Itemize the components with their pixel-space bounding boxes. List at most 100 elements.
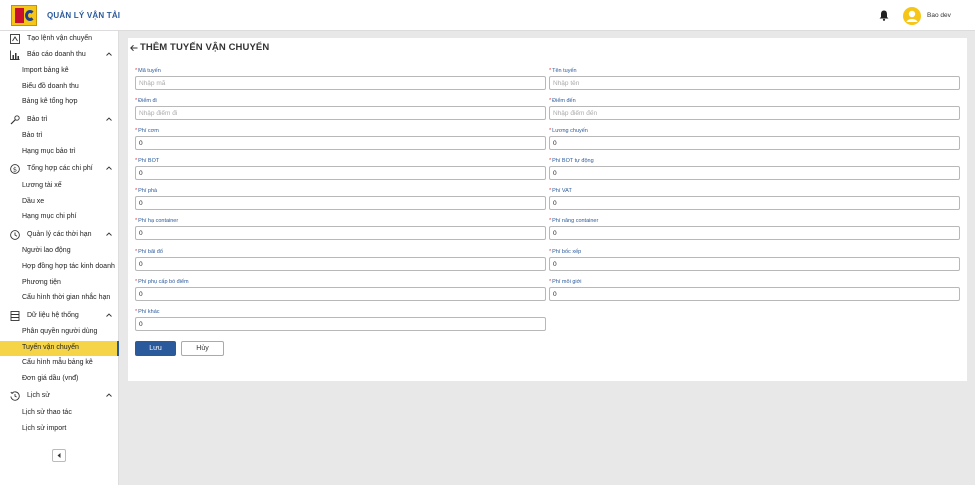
sidebar-item-label: Bảo trì — [27, 116, 48, 123]
cancel-button[interactable]: Hủy — [181, 341, 224, 356]
field-label-text: Phí phụ cấp bó điểm — [138, 279, 189, 285]
destination-label: *Điểm đến — [549, 98, 576, 104]
chevron-up-icon[interactable] — [105, 50, 113, 58]
ferry-fee-input[interactable] — [135, 196, 546, 210]
bell-icon[interactable] — [879, 10, 889, 21]
field-label-text: Phí bốc xếp — [552, 249, 582, 255]
sidebar-item-system-data[interactable]: Dữ liệu hệ thống — [0, 309, 119, 324]
sidebar-subitem-label: Import bảng kê — [22, 67, 69, 74]
sidebar-item-maintenance[interactable]: Bảo trì — [0, 113, 119, 128]
avatar[interactable] — [903, 7, 921, 25]
caret-left-icon — [57, 453, 61, 458]
brokerage-fee-label: *Phí môi giới — [549, 279, 581, 285]
sidebar-subitem-statement-template[interactable]: Cấu hình mẫu bảng kê — [0, 356, 119, 371]
route-name-input[interactable] — [549, 76, 960, 90]
logo-mark-right — [25, 10, 35, 21]
bot-fee-label: *Phí BOT — [135, 158, 159, 164]
container-unload-fee-input[interactable] — [135, 226, 546, 240]
sidebar-item-revenue-report[interactable]: Báo cáo doanh thu — [0, 48, 119, 63]
sidebar-subitem-driver-salary[interactable]: Lương tài xế — [0, 179, 119, 194]
yard-fee-input[interactable] — [135, 257, 546, 271]
sidebar-subitem-label: Bảng kê tổng hợp — [22, 98, 78, 105]
sidebar-subitem-cost-items[interactable]: Hạng mục chi phí — [0, 210, 119, 225]
route-code-input[interactable] — [135, 76, 546, 90]
required-mark: * — [135, 188, 138, 194]
chevron-up-icon[interactable] — [105, 311, 113, 319]
app-logo[interactable] — [11, 5, 37, 26]
sidebar-subitem-label: Phân quyền người dùng — [22, 328, 98, 335]
route-code-label: *Mã tuyến — [135, 68, 161, 74]
sidebar-item-history[interactable]: Lịch sử — [0, 389, 119, 404]
destination-input[interactable] — [549, 106, 960, 120]
sidebar-subitem-vehicles[interactable]: Phương tiện — [0, 276, 119, 291]
field-label-text: Phí bãi đổ — [138, 249, 163, 255]
sidebar-subitem-label: Cấu hình mẫu bảng kê — [22, 359, 93, 366]
sidebar-subitem-fuel[interactable]: Dầu xe — [0, 195, 119, 210]
field-label-text: Phí VAT — [552, 188, 572, 194]
chevron-up-icon[interactable] — [105, 164, 113, 172]
trip-salary-input[interactable] — [549, 136, 960, 150]
chevron-up-icon[interactable] — [105, 115, 113, 123]
chevron-up-icon[interactable] — [105, 230, 113, 238]
sidebar-subitem-label: Cấu hình thời gian nhắc hạn — [22, 294, 111, 301]
sidebar-item-label: Báo cáo doanh thu — [27, 51, 86, 58]
sidebar-subitem-label: Người lao động — [22, 247, 71, 254]
edit-icon — [10, 34, 20, 44]
loading-fee-input[interactable] — [549, 257, 960, 271]
required-mark: * — [549, 279, 552, 285]
sidebar: Tạo lệnh vận chuyển Báo cáo doanh thu Im… — [0, 31, 119, 485]
sidebar-subitem-fuel-price[interactable]: Đơn giá dầu (vnđ) — [0, 372, 119, 387]
origin-input[interactable] — [135, 106, 546, 120]
save-button[interactable]: Lưu — [135, 341, 176, 356]
sidebar-subitem-transport-routes[interactable]: Tuyến vận chuyển — [0, 341, 119, 356]
required-mark: * — [549, 98, 552, 104]
other-fee-label: *Phí khác — [135, 309, 160, 315]
required-mark: * — [549, 158, 552, 164]
bot-fee-input[interactable] — [135, 166, 546, 180]
back-arrow-icon[interactable] — [130, 44, 138, 52]
sidebar-item-deadlines[interactable]: Quản lý các thời hạn — [0, 228, 119, 243]
sidebar-subitem-action-history[interactable]: Lịch sử thao tác — [0, 406, 119, 421]
wrench-icon — [10, 115, 20, 125]
field-label-text: Phí cơm — [138, 128, 159, 134]
vat-fee-input[interactable] — [549, 196, 960, 210]
sidebar-subitem-workers[interactable]: Người lao động — [0, 244, 119, 259]
meal-fee-label: *Phí cơm — [135, 128, 159, 134]
sidebar-subitem-business-contract[interactable]: Hợp đồng hợp tác kinh doanh — [0, 260, 119, 275]
sidebar-item-costs[interactable]: $ Tổng hợp các chi phí — [0, 162, 119, 177]
sidebar-subitem-maintenance[interactable]: Bảo trì — [0, 129, 119, 144]
skip-point-allowance-input[interactable] — [135, 287, 546, 301]
clock-icon — [10, 230, 20, 240]
brokerage-fee-input[interactable] — [549, 287, 960, 301]
user-name[interactable]: Bao dev — [927, 12, 951, 19]
chart-icon — [10, 50, 20, 60]
sidebar-item-label: Lịch sử — [27, 392, 50, 399]
field-label-text: Phí nâng container — [552, 218, 599, 224]
skip-point-allowance-label: *Phí phụ cấp bó điểm — [135, 279, 189, 285]
sidebar-subitem-import-statement[interactable]: Import bảng kê — [0, 64, 119, 79]
sidebar-subitem-maintenance-items[interactable]: Hạng mục bảo trì — [0, 145, 119, 160]
auto-bot-fee-label: *Phí BOT tự động — [549, 158, 594, 164]
sidebar-subitem-reminder-config[interactable]: Cấu hình thời gian nhắc hạn — [0, 291, 119, 306]
sidebar-subitem-revenue-chart[interactable]: Biểu đồ doanh thu — [0, 80, 119, 95]
form-panel: THÊM TUYẾN VẬN CHUYỂN *Mã tuyến *Tên tuy… — [128, 38, 967, 381]
auto-bot-fee-input[interactable] — [549, 166, 960, 180]
field-label-text: Phí khác — [138, 309, 160, 315]
sidebar-subitem-import-history[interactable]: Lịch sử import — [0, 422, 119, 437]
database-icon — [10, 311, 20, 321]
sidebar-subitem-user-permissions[interactable]: Phân quyền người dùng — [0, 325, 119, 340]
sidebar-item-create-order[interactable]: Tạo lệnh vận chuyển — [0, 32, 119, 47]
sidebar-subitem-label: Lương tài xế — [22, 182, 62, 189]
required-mark: * — [549, 68, 552, 74]
sidebar-item-label: Tạo lệnh vận chuyển — [27, 35, 92, 42]
sidebar-subitem-summary-statement[interactable]: Bảng kê tổng hợp — [0, 95, 119, 110]
meal-fee-input[interactable] — [135, 136, 546, 150]
sidebar-subitem-label: Hợp đồng hợp tác kinh doanh — [22, 263, 115, 270]
other-fee-input[interactable] — [135, 317, 546, 331]
field-label-text: Phí BOT tự động — [552, 158, 594, 164]
container-lift-fee-input[interactable] — [549, 226, 960, 240]
sidebar-collapse-button[interactable] — [52, 449, 66, 462]
sidebar-item-label: Quản lý các thời hạn — [27, 231, 92, 238]
top-header: QUẢN LÝ VẬN TẢI Bao dev — [0, 0, 975, 31]
chevron-up-icon[interactable] — [105, 391, 113, 399]
